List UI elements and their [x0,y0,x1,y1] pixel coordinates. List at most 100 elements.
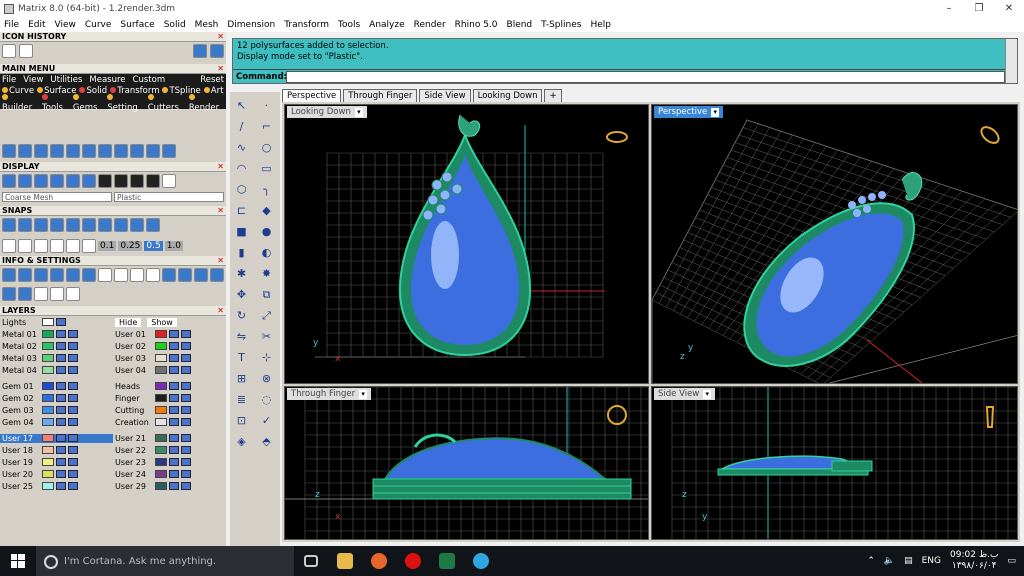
minimize-button[interactable]: – [934,3,964,14]
visibility-icon[interactable] [181,330,191,338]
close-icon[interactable]: ✕ [217,306,224,315]
layer-color-swatch[interactable] [42,418,54,426]
forward-arrow-icon[interactable] [210,44,224,58]
viewport-menu-arrow[interactable]: ▾ [359,390,368,399]
visibility-icon[interactable] [181,366,191,374]
layer-item[interactable]: Gem 04 [0,418,113,427]
xray-icon[interactable] [66,174,80,188]
lock-icon[interactable] [56,406,66,414]
shaded-icon[interactable] [18,174,32,188]
copy-icon[interactable]: ⧉ [258,286,275,303]
lock-icon[interactable] [56,470,66,478]
mirror-tool-icon[interactable]: ⇋ [233,328,250,345]
options-icon[interactable] [66,268,80,282]
volume-icon[interactable]: 🔈 [884,556,895,566]
lock-icon[interactable] [169,342,179,350]
layer-color-swatch[interactable] [155,330,167,338]
layers-icon[interactable] [34,268,48,282]
viewport-label[interactable]: Through Finger ▾ [287,388,372,400]
ghosted-icon[interactable] [50,174,64,188]
snapshot-3-icon[interactable] [66,287,80,301]
menu-view[interactable]: View [55,20,76,30]
visibility-icon[interactable] [68,394,78,402]
viewport-label[interactable]: Looking Down ▾ [287,106,367,118]
layer-color-swatch[interactable] [42,330,54,338]
layer-item[interactable]: Gem 01 [0,382,113,391]
layer-item[interactable]: Gem 02 [0,394,113,403]
viewport-menu-arrow[interactable]: ▾ [354,108,363,117]
visibility-icon[interactable] [181,394,191,402]
layer-item[interactable]: Metal 04 [0,366,113,375]
layer-item[interactable]: User 03 [113,354,226,363]
layer-color-swatch[interactable] [155,382,167,390]
layer-item[interactable]: Gem 03 [0,406,113,415]
lock-icon[interactable] [169,366,179,374]
menu-tools[interactable]: Tools [338,20,360,30]
layer-color-swatch[interactable] [42,446,54,454]
paint-icon[interactable]: ⬘ [258,433,275,450]
rotate-icon[interactable] [82,144,96,158]
lock-icon[interactable] [169,458,179,466]
arc-icon[interactable] [18,144,32,158]
visibility-icon[interactable] [181,446,191,454]
close-button[interactable]: ✕ [994,3,1024,14]
box-icon[interactable] [82,268,96,282]
snapshot-1-icon[interactable] [34,287,48,301]
snap-value-0-1[interactable]: 0.1 [98,241,117,251]
rendered-icon[interactable] [34,174,48,188]
menu-solid[interactable]: Solid [164,20,186,30]
visibility-icon[interactable] [68,418,78,426]
visibility-icon[interactable] [68,342,78,350]
mm-utilities[interactable]: Utilities [50,75,82,85]
close-icon[interactable]: ✕ [217,32,224,41]
fillet-icon[interactable]: ╮ [258,181,275,198]
visibility-icon[interactable] [181,418,191,426]
grid-icon[interactable] [162,268,176,282]
visibility-icon[interactable] [181,342,191,350]
lock-icon[interactable] [56,330,66,338]
flow-icon[interactable] [130,144,144,158]
lock-icon[interactable] [169,482,179,490]
lock-icon[interactable] [56,418,66,426]
hide-icon[interactable]: ◌ [258,391,275,408]
layer-color-swatch[interactable] [42,366,54,374]
snap-value-0-25[interactable]: 0.25 [118,241,143,251]
ring-icon[interactable] [162,144,176,158]
menu-curve[interactable]: Curve [85,20,112,30]
visibility-icon[interactable] [181,458,191,466]
layer-item[interactable]: User 20 [0,470,113,479]
rotate-tool-icon[interactable]: ↻ [233,307,250,324]
lock-icon[interactable] [169,394,179,402]
menu-tsplines[interactable]: T-Splines [541,20,581,30]
mm-file[interactable]: File [2,75,16,85]
snap-value-1-0[interactable]: 1.0 [164,241,184,251]
snap-value-0-5[interactable]: 0.5 [144,241,163,251]
visibility-icon[interactable] [68,470,78,478]
knot-snap-icon[interactable] [146,218,160,232]
properties-icon[interactable] [2,268,16,282]
render-preview-icon[interactable] [82,174,96,188]
viewport-3-icon[interactable] [130,268,144,282]
layer-color-swatch[interactable] [42,382,54,390]
excel-icon[interactable] [430,546,464,576]
material-glossy-icon[interactable] [114,174,128,188]
table-icon[interactable] [18,287,32,301]
move-tool-icon[interactable]: ✥ [233,286,250,303]
viewport-1-icon[interactable] [98,268,112,282]
array-icon[interactable] [114,144,128,158]
monitor-icon[interactable] [178,268,192,282]
join-icon[interactable]: ⊗ [258,370,275,387]
lock-icon[interactable] [56,394,66,402]
mm-custom[interactable]: Custom [133,75,166,85]
lock-icon[interactable] [169,382,179,390]
layer-item[interactable]: User 22 [113,446,226,455]
lock-icon[interactable]: ⊡ [233,412,250,429]
lock-icon[interactable] [169,330,179,338]
layer-color-swatch[interactable] [155,406,167,414]
menu-rhino[interactable]: Rhino 5.0 [455,20,498,30]
add-tab-button[interactable]: + [544,89,562,102]
visibility-icon[interactable] [181,470,191,478]
point-snap-icon[interactable] [34,218,48,232]
visibility-icon[interactable] [68,482,78,490]
group-icon[interactable]: ⊞ [233,370,250,387]
